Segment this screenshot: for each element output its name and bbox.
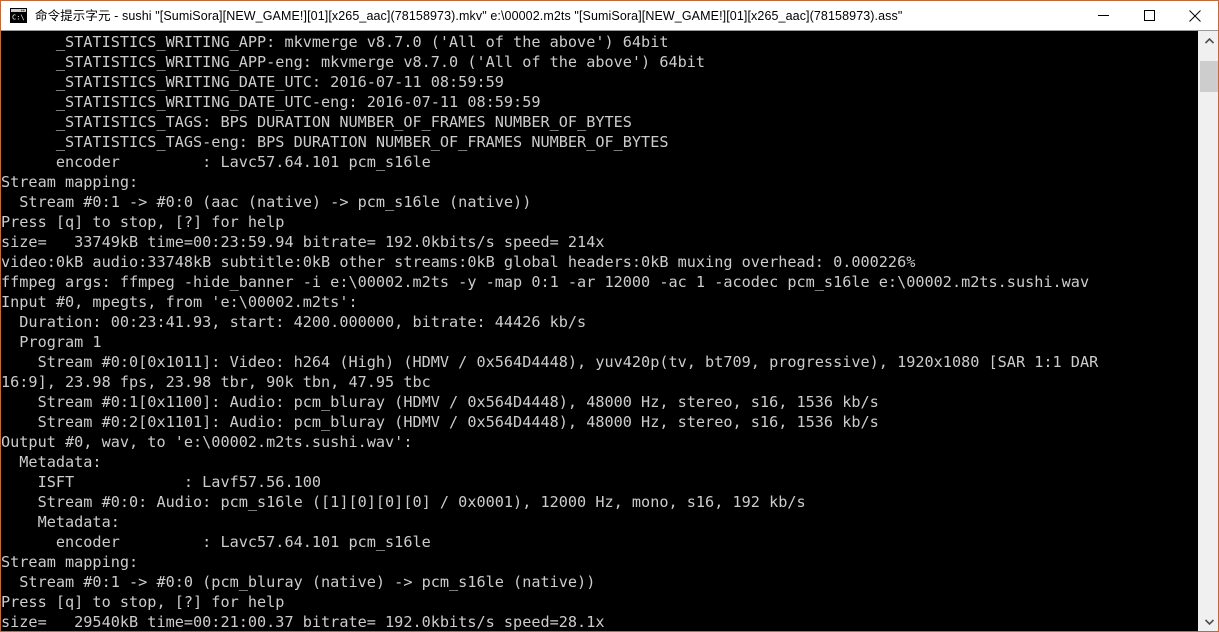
cmd-console-icon: C:\ — [10, 8, 27, 23]
maximize-button[interactable] — [1126, 1, 1172, 30]
title-bar[interactable]: C:\ 命令提示字元 - sushi "[SumiSora][NEW_GAME!… — [1, 1, 1218, 31]
scrollbar-thumb[interactable] — [1200, 61, 1218, 92]
window-controls — [1080, 1, 1218, 30]
command-prompt-window: C:\ 命令提示字元 - sushi "[SumiSora][NEW_GAME!… — [0, 0, 1219, 632]
scroll-up-arrow-icon[interactable] — [1199, 31, 1218, 50]
minimize-button[interactable] — [1080, 1, 1126, 30]
svg-text:C:\: C:\ — [12, 14, 25, 22]
console-output-area[interactable]: _STATISTICS_WRITING_APP: mkvmerge v8.7.0… — [1, 31, 1218, 631]
console-text: _STATISTICS_WRITING_APP: mkvmerge v8.7.0… — [1, 33, 1099, 631]
scrollbar-track[interactable] — [1199, 50, 1218, 612]
close-button[interactable] — [1172, 1, 1218, 30]
scroll-down-arrow-icon[interactable] — [1199, 612, 1218, 631]
window-title: 命令提示字元 - sushi "[SumiSora][NEW_GAME!][01… — [35, 8, 903, 23]
vertical-scrollbar[interactable] — [1198, 31, 1218, 631]
